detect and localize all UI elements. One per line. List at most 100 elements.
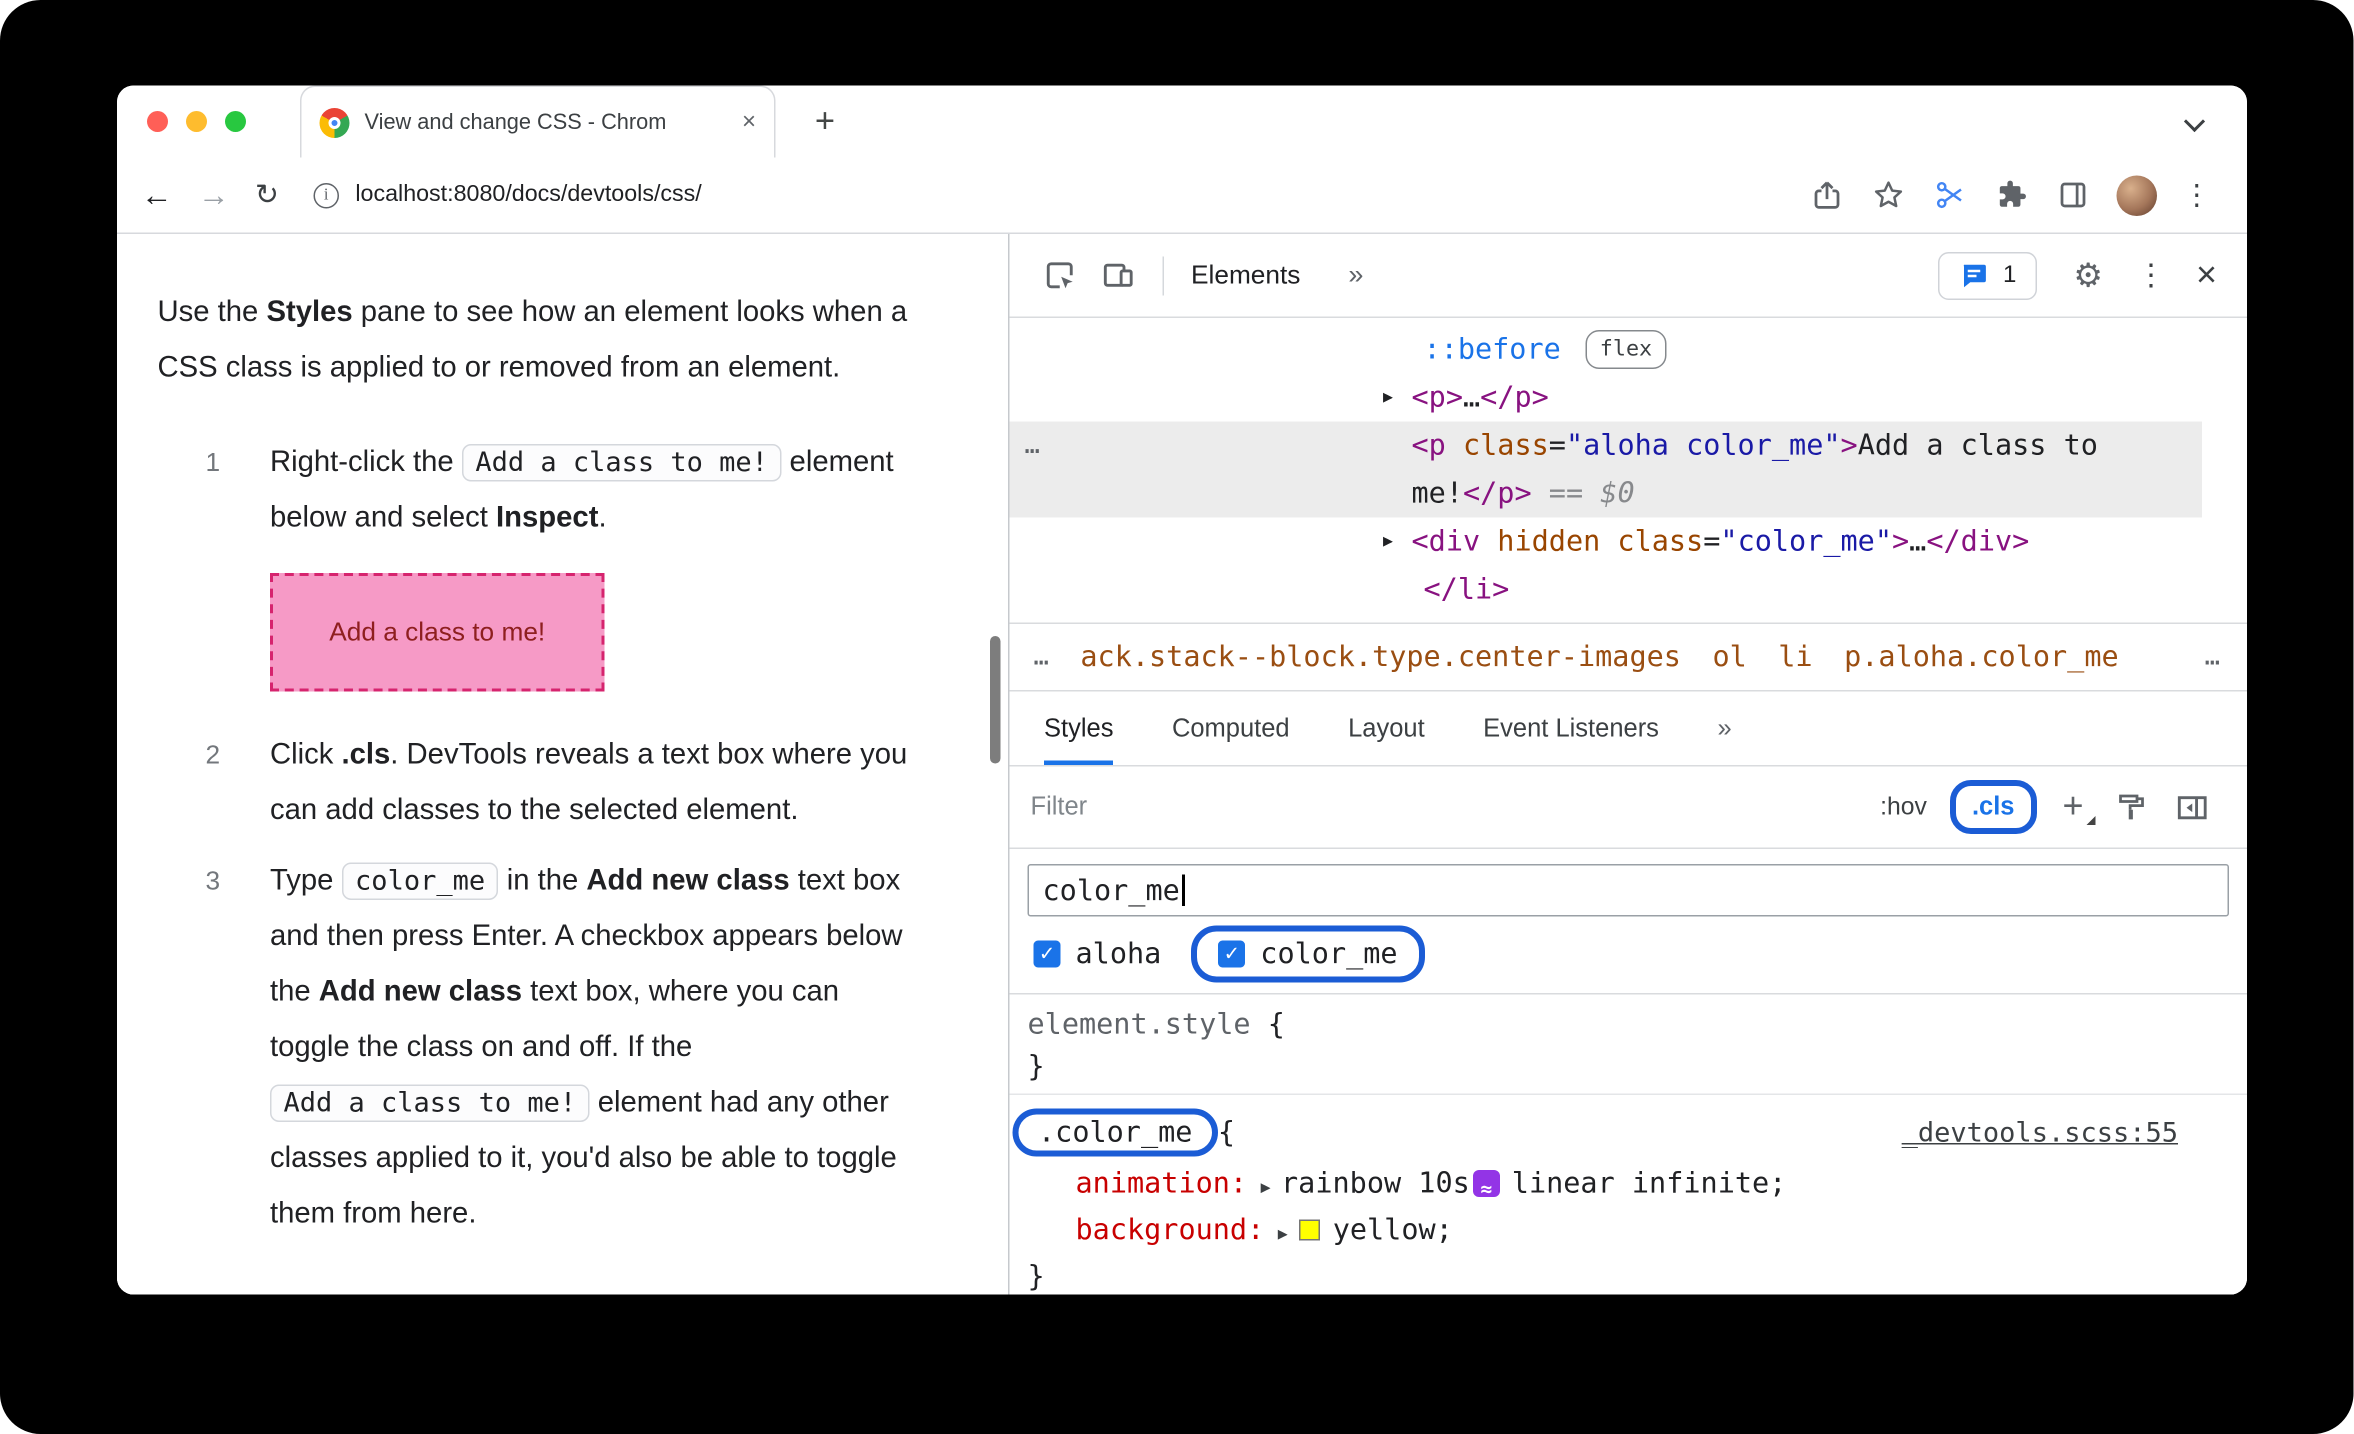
intro-paragraph: Use the Styles pane to see how an elemen… — [157, 295, 908, 385]
dom-selected-line-1: <p class="aloha color_me">Add a class to — [1411, 429, 2098, 462]
tab-close-icon[interactable]: × — [742, 109, 756, 136]
tab-computed[interactable]: Computed — [1172, 692, 1290, 766]
dom-node-div-hidden[interactable]: ▶ <div hidden class="color_me">…</div> — [1010, 518, 2248, 566]
devtools-toolbar: Elements » 1 ⚙ ⋮ × — [1009, 234, 2247, 318]
styles-filter-input[interactable] — [1030, 792, 1869, 822]
class-toggle-aloha[interactable]: aloha — [1033, 937, 1162, 971]
extensions-puzzle-button[interactable] — [1994, 177, 2030, 213]
reload-button[interactable]: ↻ — [255, 181, 279, 210]
color-me-selector-callout-ring: .color_me — [1012, 1108, 1218, 1157]
aloha-checkbox[interactable] — [1033, 940, 1061, 968]
dom-node-li-close[interactable]: </li> — [1010, 566, 2248, 614]
breadcrumb-overflow-icon[interactable]: … — [1034, 642, 1049, 672]
dom-selected-line-2: me!</p> == $0 — [1411, 477, 1635, 510]
tab-strip: View and change CSS - Chrom × + — [117, 85, 2247, 158]
settings-gear-button[interactable]: ⚙ — [2073, 256, 2103, 295]
dom-node-before[interactable]: ::before flex — [1010, 326, 2248, 374]
dom-node-p-collapsed[interactable]: ▶ <p>…</p> — [1010, 374, 2248, 422]
expand-icon[interactable]: ▶ — [1383, 518, 1393, 566]
devtools-close-button[interactable]: × — [2196, 254, 2217, 296]
aloha-label: aloha — [1075, 937, 1162, 971]
url-text: localhost:8080/docs/devtools/css/ — [355, 181, 702, 208]
rule-color-me-header: .color_me { _devtools.scss:55 — [1010, 1103, 2248, 1163]
class-editor: color_me aloha color_me — [1009, 847, 2247, 994]
step-3-number: 3 — [205, 865, 221, 896]
step-3: 3 Type color_me in the Add new class tex… — [158, 854, 1009, 1243]
rule-color-me-close: } — [1027, 1260, 1045, 1293]
demo-element[interactable]: Add a class to me! — [270, 573, 605, 692]
back-button[interactable]: ← — [141, 179, 173, 211]
tab-search-chevron-icon[interactable] — [2183, 110, 2206, 133]
hov-toggle-button[interactable]: :hov — [1880, 793, 1927, 822]
add-new-class-value: color_me — [1042, 873, 1180, 907]
styles-filter-bar: :hov .cls + — [1009, 765, 2247, 848]
messages-button[interactable]: 1 — [1938, 251, 2038, 300]
messages-count: 1 — [2003, 261, 2017, 288]
devtools-menu-button[interactable]: ⋮ — [2136, 257, 2166, 295]
property-animation[interactable]: animation:rainbow 10slinear infinite; — [1010, 1163, 2248, 1210]
chrome-favicon-icon — [319, 107, 350, 138]
inspect-element-button[interactable] — [1043, 258, 1078, 293]
new-tab-button[interactable]: + — [804, 101, 846, 143]
page-content: Use the Styles pane to see how an elemen… — [117, 234, 1008, 1295]
profile-avatar[interactable] — [2116, 174, 2157, 216]
tab-event-listeners[interactable]: Event Listeners — [1483, 692, 1659, 766]
bookmark-star-button[interactable] — [1871, 177, 1907, 213]
text-cursor — [1181, 874, 1185, 906]
step-1-number: 1 — [205, 447, 221, 477]
scissors-extension-button[interactable] — [1932, 177, 1968, 213]
side-panel-button[interactable] — [2055, 177, 2091, 213]
breadcrumb-li[interactable]: li — [1778, 641, 1812, 674]
expand-icon[interactable]: ▶ — [1383, 374, 1393, 422]
tab-styles[interactable]: Styles — [1044, 692, 1114, 765]
color-me-checkbox[interactable] — [1218, 940, 1246, 968]
paint-roller-icon[interactable] — [2115, 791, 2148, 824]
close-window-button[interactable] — [147, 111, 168, 132]
article: Use the Styles pane to see how an elemen… — [117, 234, 1008, 1242]
element-style-selector[interactable]: element.style — [1028, 1008, 1251, 1041]
breadcrumb-stack[interactable]: ack.stack--block.type.center-images — [1080, 641, 1681, 674]
breadcrumb-p-aloha[interactable]: p.aloha.color_me — [1844, 641, 2119, 674]
traffic-lights — [147, 111, 246, 132]
more-subtabs-icon[interactable]: » — [1717, 692, 1731, 766]
class-toggle-color-me[interactable]: color_me — [1218, 938, 1398, 971]
devtools-panel: Elements » 1 ⚙ ⋮ × ::before flex ▶ <p>…</ — [1008, 234, 2247, 1295]
step-2-number: 2 — [205, 739, 221, 770]
fullscreen-window-button[interactable] — [225, 111, 246, 132]
color-me-callout-ring: color_me — [1191, 925, 1425, 983]
breadcrumb-ol[interactable]: ol — [1712, 641, 1746, 674]
rule-element-style-open: element.style { — [1027, 1008, 1285, 1041]
share-button[interactable] — [1809, 177, 1845, 213]
stylesheet-source-link[interactable]: _devtools.scss:55 — [1902, 1117, 2178, 1149]
browser-menu-button[interactable]: ⋮ — [2183, 178, 2212, 213]
forward-button[interactable]: → — [198, 179, 230, 211]
step-2: 2 Click .cls. DevTools reveals a text bo… — [158, 728, 1009, 839]
more-panels-icon[interactable]: » — [1348, 260, 1363, 292]
toolbar-separator — [1162, 255, 1164, 295]
dom-tree: ::before flex ▶ <p>…</p> … <p class="aloh… — [1009, 318, 2248, 623]
dom-node-selected[interactable]: … <p class="aloha color_me">Add a class … — [1009, 421, 2202, 518]
cls-toggle-button[interactable]: .cls — [1972, 792, 2015, 821]
site-info-icon[interactable]: i — [313, 182, 339, 208]
device-toolbar-button[interactable] — [1101, 258, 1136, 293]
step-1-text: Right-click the Add a class to me! eleme… — [270, 444, 894, 534]
browser-toolbar: ← → ↻ i localhost:8080/docs/devtools/css… — [117, 157, 2247, 234]
step-2-text: Click .cls. DevTools reveals a text box … — [270, 738, 908, 827]
step-1: 1 Right-click the Add a class to me! ele… — [158, 435, 1009, 713]
add-new-class-input[interactable]: color_me — [1027, 864, 2229, 917]
property-background[interactable]: background:yellow; — [1010, 1209, 2248, 1256]
tab-layout[interactable]: Layout — [1348, 692, 1425, 766]
browser-tab[interactable]: View and change CSS - Chrom × — [300, 85, 776, 158]
page-scrollbar-thumb[interactable] — [990, 636, 1001, 764]
minimize-window-button[interactable] — [186, 111, 207, 132]
address-bar[interactable]: i localhost:8080/docs/devtools/css/ — [313, 182, 1783, 209]
styles-rules: element.style { } .color_me { _devtools.… — [1009, 993, 2248, 1295]
breadcrumb-overflow-right-icon[interactable]: … — [2205, 642, 2220, 672]
window-content: Use the Styles pane to see how an elemen… — [117, 234, 2247, 1295]
color-me-selector[interactable]: .color_me — [1038, 1116, 1192, 1149]
computed-sidebar-toggle-button[interactable] — [2175, 790, 2210, 825]
new-style-rule-button[interactable]: + — [2062, 788, 2096, 825]
overflow-dots-icon[interactable]: … — [1025, 422, 1040, 470]
tab-elements[interactable]: Elements — [1191, 260, 1300, 292]
class-toggles-row: aloha color_me — [1028, 925, 2230, 983]
